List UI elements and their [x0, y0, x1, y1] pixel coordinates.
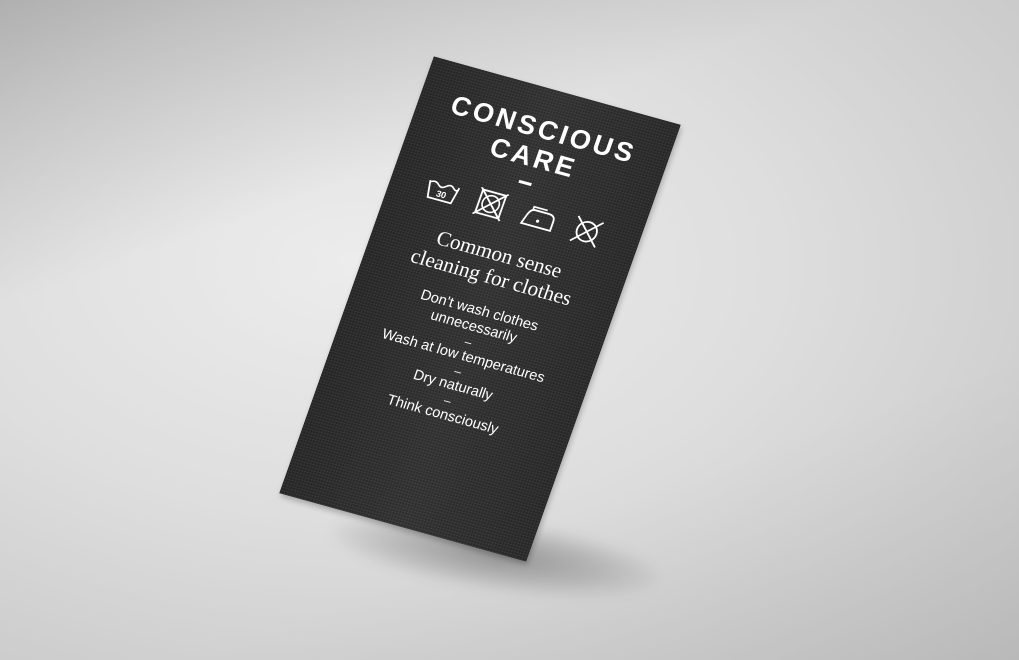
wash-30-icon: 30 — [426, 179, 461, 205]
no-tumble-dry-icon — [472, 186, 510, 222]
no-dry-clean-icon — [569, 215, 605, 248]
low-iron-icon — [519, 205, 555, 232]
title-divider — [517, 179, 532, 187]
